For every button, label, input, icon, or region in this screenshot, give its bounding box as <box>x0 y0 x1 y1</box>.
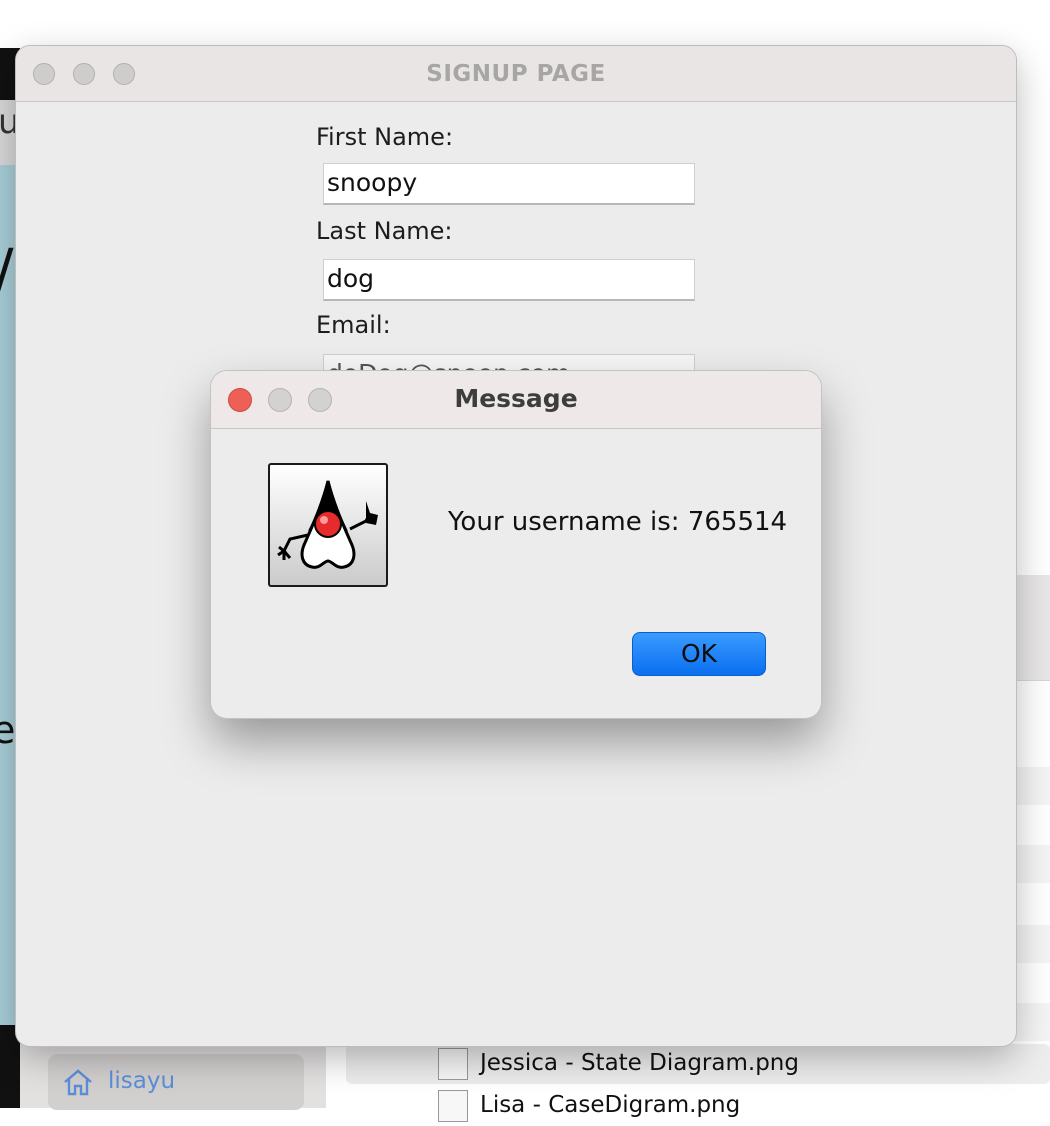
java-duke-icon <box>268 463 388 587</box>
dialog-title: Message <box>454 384 578 413</box>
file-name: Jessica - State Diagram.png <box>480 1050 799 1076</box>
background-text-fragment: r <box>2 58 13 88</box>
last-name-label: Last Name: <box>316 217 453 245</box>
dialog-titlebar[interactable]: Message <box>211 371 821 429</box>
sidebar-item-label: lisayu <box>108 1068 176 1094</box>
first-name-label: First Name: <box>316 123 454 151</box>
window-title: SIGNUP PAGE <box>426 61 606 87</box>
last-name-field[interactable]: dog <box>323 259 695 301</box>
message-dialog: Message Your username is: 765514 OK <box>211 371 821 718</box>
ok-button[interactable]: OK <box>632 632 766 676</box>
png-file-icon <box>438 1090 468 1122</box>
png-file-icon <box>438 1048 468 1080</box>
dialog-message: Your username is: 765514 <box>448 507 788 537</box>
signup-titlebar[interactable]: SIGNUP PAGE <box>16 46 1016 102</box>
background-text-fragment: e <box>0 708 16 752</box>
file-row[interactable]: Jessica - State Diagram.png <box>346 1044 1050 1084</box>
home-icon <box>64 1069 92 1096</box>
file-row[interactable]: Lisa - CaseDigram.png <box>346 1086 1050 1126</box>
email-label: Email: <box>316 311 391 339</box>
duke-graphic <box>277 480 378 569</box>
sidebar-item-home[interactable]: lisayu <box>48 1054 304 1110</box>
background-text-fragment: / <box>0 236 14 304</box>
first-name-field[interactable]: snoopy <box>323 163 695 205</box>
file-name: Lisa - CaseDigram.png <box>480 1092 741 1118</box>
